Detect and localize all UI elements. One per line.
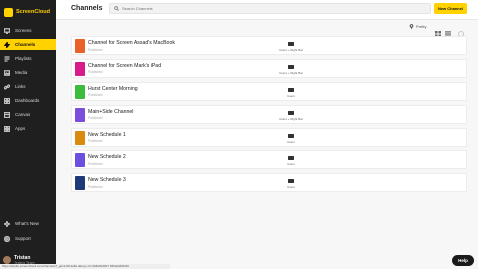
screen-icon <box>288 110 294 115</box>
channel-name: Channel for Screen Assad's MacBook <box>88 40 175 46</box>
sidebar-item-canvas[interactable]: Canvas <box>0 109 56 120</box>
channel-thumbnail <box>75 107 85 122</box>
list-item[interactable]: Channel for Screen Mark's iPad Published… <box>71 58 467 78</box>
list-item[interactable]: Main+Side Channel Published Users + Righ… <box>71 104 467 124</box>
sidebar-item-apps[interactable]: Apps <box>0 123 56 134</box>
browser-status-url: https://studio.screencloud.com/channels?… <box>0 264 170 269</box>
channel-screens: Users + Right Bar <box>279 48 303 52</box>
screen-icon <box>288 64 294 69</box>
screen-icon <box>288 133 294 138</box>
link-icon <box>3 83 11 90</box>
channel-screens: Users + Right Bar <box>279 116 303 121</box>
channel-thumbnail <box>75 84 85 99</box>
channel-status: Published <box>88 161 103 166</box>
channel-status: Published <box>88 116 103 121</box>
sidebar-item-label: Links <box>15 84 26 89</box>
sidebar-item-label: What's New <box>15 221 39 226</box>
sort-label: Pretty <box>416 24 427 29</box>
sidebar-item-channels[interactable]: Channels <box>0 39 56 50</box>
channel-list: Channel for Screen Assad's MacBook Publi… <box>71 36 467 196</box>
screen-icon <box>288 179 294 184</box>
pin-icon <box>409 24 414 29</box>
channel-thumbnail <box>75 61 85 76</box>
playlist-icon <box>4 55 10 62</box>
channel-screens: Users <box>287 162 295 167</box>
brand[interactable]: ScreenCloud <box>0 3 56 21</box>
screen-icon <box>3 27 11 34</box>
sparkle-icon <box>2 218 12 229</box>
channel-name: New Schedule 3 <box>88 177 126 184</box>
list-item[interactable]: New Schedule 3 Published Users <box>71 173 467 193</box>
info-icon[interactable] <box>458 24 464 37</box>
screencloud-logo-icon <box>4 7 13 17</box>
image-icon <box>3 69 11 76</box>
channel-status: Published <box>88 47 103 52</box>
apps-icon <box>3 125 11 132</box>
sidebar-item-label: Support <box>15 236 31 241</box>
list-item[interactable]: Hurst Center Morning Published Users <box>71 81 467 101</box>
channel-thumbnail <box>75 130 85 145</box>
channel-screens: Users <box>287 185 295 190</box>
grid-view-icon[interactable] <box>435 24 441 37</box>
canvas-icon <box>3 111 11 118</box>
search-box[interactable] <box>109 3 431 14</box>
channel-thumbnail <box>75 153 85 168</box>
sidebar-item-support[interactable]: Support <box>0 233 56 244</box>
channel-status: Published <box>88 184 103 189</box>
sort-filter[interactable]: Pretty <box>409 24 426 29</box>
sidebar-item-media[interactable]: Media <box>0 67 56 78</box>
brand-name: ScreenCloud <box>16 9 50 15</box>
sidebar-item-label: Apps <box>15 126 26 131</box>
channel-status: Published <box>88 139 103 144</box>
sidebar-item-playlists[interactable]: Playlists <box>0 53 56 64</box>
search-input[interactable] <box>122 6 422 11</box>
list-item[interactable]: New Schedule 1 Published Users <box>71 127 467 147</box>
channel-screens: Users <box>287 93 295 98</box>
help-button[interactable]: Help <box>452 255 474 266</box>
screen-icon <box>288 42 294 46</box>
channel-screens: Users + Right Bar <box>279 70 303 75</box>
channel-thumbnail <box>75 176 85 191</box>
channel-thumbnail <box>75 39 85 53</box>
sidebar-item-dashboards[interactable]: Dashboards <box>0 95 56 106</box>
list-item[interactable]: Channel for Screen Assad's MacBook Publi… <box>71 36 467 55</box>
channel-status: Published <box>88 70 103 75</box>
page-title: Channels <box>71 5 103 12</box>
sidebar-item-label: Media <box>15 70 28 75</box>
sidebar-item-label: Playlists <box>15 56 32 61</box>
avatar <box>3 256 11 264</box>
channel-name: Hurst Center Morning <box>88 85 138 92</box>
channel-name: New Schedule 1 <box>88 131 126 138</box>
list-toolbar: Pretty <box>56 22 478 37</box>
sidebar-item-whats-new[interactable]: What's New <box>0 218 56 229</box>
sidebar-item-label: Channels <box>15 42 36 47</box>
new-channel-button[interactable]: New Channel <box>434 3 467 14</box>
lightning-icon <box>3 41 11 48</box>
list-view-icon[interactable] <box>445 24 451 37</box>
channel-status: Published <box>88 93 103 98</box>
sidebar-item-label: Dashboards <box>15 98 40 103</box>
support-icon <box>3 235 11 242</box>
sidebar-item-screens[interactable]: Screens <box>0 25 56 36</box>
header: Channels New Channel <box>56 0 478 20</box>
screen-icon <box>288 156 294 161</box>
sidebar-item-label: Canvas <box>15 112 31 117</box>
sidebar: ScreenCloud Screens Channels Playlists M… <box>0 0 56 269</box>
channel-screens: Users <box>287 139 295 144</box>
sidebar-item-label: Screens <box>15 28 32 33</box>
channel-name: Main+Side Channel <box>88 108 134 115</box>
dashboard-icon <box>3 97 11 104</box>
list-item[interactable]: New Schedule 2 Published Users <box>71 150 467 170</box>
sidebar-item-links[interactable]: Links <box>0 81 56 92</box>
screen-icon <box>288 87 294 92</box>
search-icon <box>114 6 119 11</box>
channel-name: New Schedule 2 <box>88 154 126 161</box>
channel-name: Channel for Screen Mark's iPad <box>88 62 162 69</box>
